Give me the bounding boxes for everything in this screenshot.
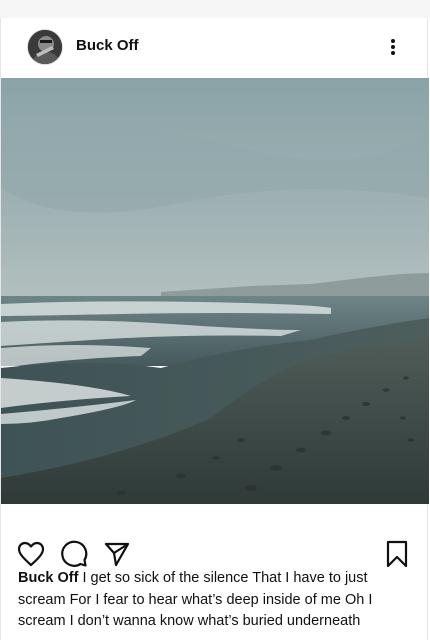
post-username[interactable]: Buck Off [76, 37, 139, 54]
bookmark-icon[interactable] [382, 539, 412, 569]
more-vertical-icon[interactable] [383, 36, 403, 58]
heart-icon[interactable] [16, 539, 46, 569]
post-header: Buck Off [1, 18, 427, 78]
post-actions [1, 504, 427, 574]
send-icon[interactable] [102, 539, 132, 569]
avatar[interactable] [27, 29, 63, 65]
post-photo[interactable] [1, 78, 429, 504]
caption-username[interactable]: Buck Off [18, 570, 78, 586]
avatar-image [28, 30, 62, 64]
status-strip [0, 0, 430, 18]
comment-bubble-icon[interactable] [59, 539, 89, 569]
post-card: Buck Off Buck Off I get so sick of the s… [0, 18, 429, 640]
post-caption: Buck Off I get so sick of the silence Th… [18, 568, 413, 633]
